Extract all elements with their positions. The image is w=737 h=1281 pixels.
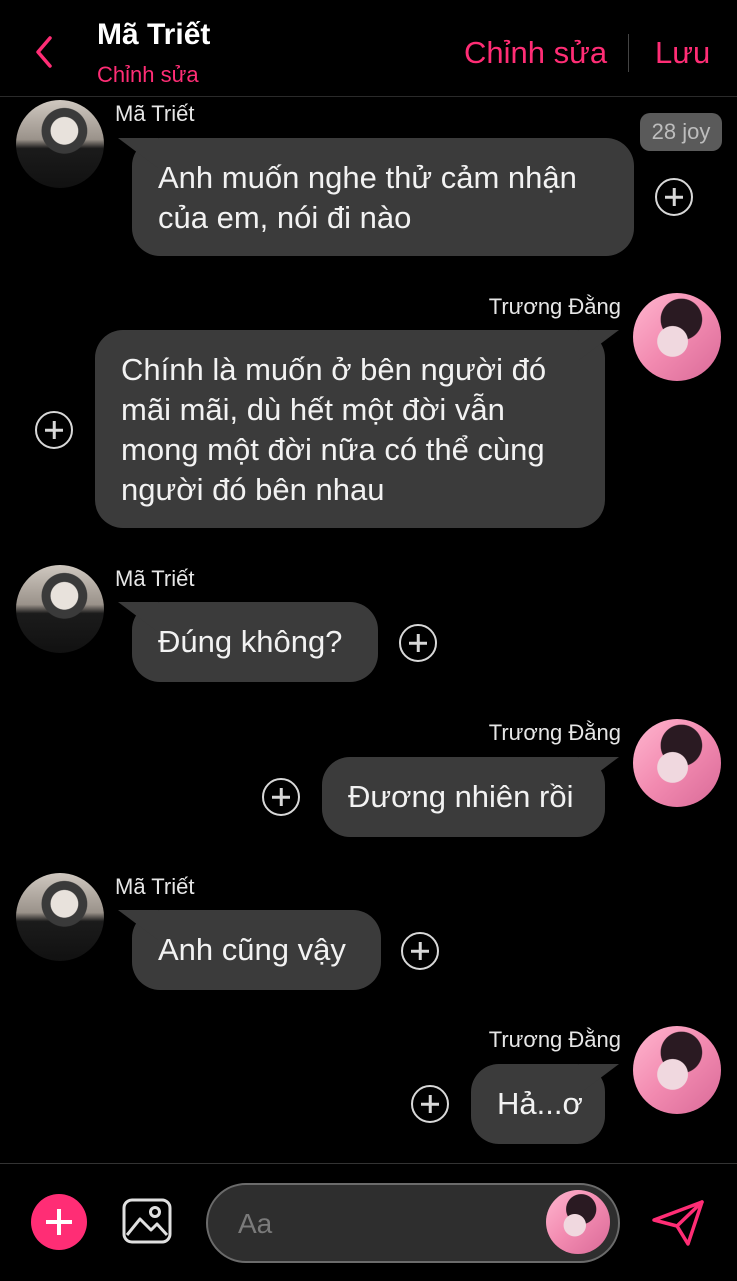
message-bubble[interactable]: Đương nhiên rồi — [322, 757, 605, 837]
save-button[interactable]: Lưu — [655, 35, 710, 71]
joy-badge: 28 joy — [640, 113, 722, 151]
back-button[interactable] — [30, 34, 60, 70]
sender-name: Trương Đằng — [488, 1027, 621, 1052]
avatar-ma-triet[interactable] — [16, 873, 104, 961]
sender-name: Mã Triết — [115, 566, 195, 591]
message-bubble[interactable]: Hả...ơ — [471, 1064, 605, 1144]
avatar-truong-dang[interactable] — [633, 719, 721, 807]
avatar-truong-dang[interactable] — [633, 293, 721, 381]
image-icon — [122, 1198, 172, 1244]
message-input[interactable] — [236, 1203, 540, 1245]
avatar-truong-dang[interactable] — [633, 1026, 721, 1114]
send-icon — [652, 1200, 704, 1246]
switch-character-avatar[interactable] — [546, 1190, 610, 1254]
composer-bar — [0, 1163, 737, 1281]
message-input-wrapper — [206, 1183, 620, 1263]
add-reaction-button[interactable] — [655, 178, 693, 216]
sender-name: Trương Đằng — [488, 720, 621, 745]
sender-name: Mã Triết — [115, 874, 195, 899]
sender-name: Trương Đằng — [488, 294, 621, 319]
send-button[interactable] — [650, 1198, 706, 1248]
add-reaction-button[interactable] — [401, 932, 439, 970]
chevron-left-icon — [36, 36, 52, 68]
image-button[interactable] — [121, 1197, 173, 1245]
add-reaction-button[interactable] — [399, 624, 437, 662]
sender-name: Mã Triết — [115, 101, 195, 126]
add-reaction-button[interactable] — [35, 411, 73, 449]
message-bubble[interactable]: Chính là muốn ở bên người đó mãi mãi, dù… — [95, 330, 605, 528]
header-divider — [628, 34, 629, 72]
chat-subtitle: Chỉnh sửa — [97, 62, 199, 87]
add-reaction-button[interactable] — [411, 1085, 449, 1123]
message-bubble[interactable]: Anh cũng vậy — [132, 910, 381, 990]
message-bubble[interactable]: Đúng không? — [132, 602, 378, 682]
avatar-ma-triet[interactable] — [16, 100, 104, 188]
add-attachment-button[interactable] — [31, 1194, 87, 1250]
chat-header: Mã Triết Chỉnh sửa Chỉnh sửa Lưu — [0, 0, 737, 97]
avatar-ma-triet[interactable] — [16, 565, 104, 653]
edit-button[interactable]: Chỉnh sửa — [464, 35, 607, 71]
chat-title: Mã Triết — [97, 18, 211, 51]
message-bubble[interactable]: Anh muốn nghe thử cảm nhận của em, nói đ… — [132, 138, 634, 256]
add-reaction-button[interactable] — [262, 778, 300, 816]
